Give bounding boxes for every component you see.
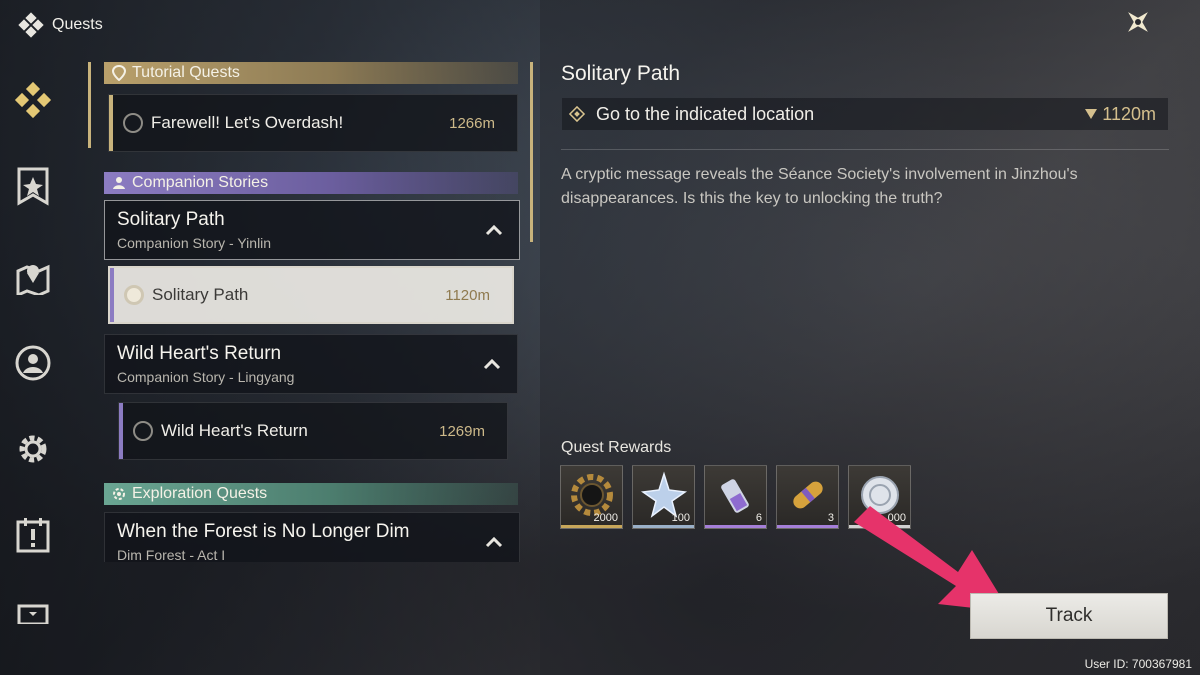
quest-accent-bar (110, 268, 114, 322)
location-pin-icon (112, 65, 126, 81)
nav-item-settings[interactable] (12, 428, 54, 470)
reward-rarity-bar (633, 525, 694, 528)
close-x-icon (1128, 12, 1148, 32)
reward-qty: 2000 (593, 512, 618, 524)
quest-list: Tutorial Quests Farewell! Let's Overdash… (104, 62, 522, 562)
calendar-alert-icon (16, 518, 50, 553)
nav-item-quests[interactable] (12, 80, 54, 122)
reward-item[interactable]: 100 (632, 465, 695, 529)
triangle-down-icon (1085, 109, 1098, 119)
user-id: User ID: 700367981 (1084, 657, 1192, 671)
category-label: Tutorial Quests (132, 64, 240, 81)
reward-qty: 3 (827, 512, 834, 524)
close-button[interactable] (1122, 6, 1154, 38)
person-icon (113, 177, 125, 189)
quest-row-farewell[interactable]: Farewell! Let's Overdash! 1266m (108, 94, 518, 152)
quest-row-solitary-path[interactable]: Solitary Path 1120m (108, 266, 514, 324)
top-bar: Quests (18, 12, 103, 38)
objective-distance-value: 1120m (1102, 103, 1156, 124)
chevron-up-icon[interactable] (485, 535, 503, 549)
story-title: When the Forest is No Longer Dim (117, 521, 410, 542)
quest-radio (133, 421, 153, 441)
quests-diamond-icon (18, 12, 44, 38)
reward-item[interactable]: 2000 (560, 465, 623, 529)
rewards-label: Quest Rewards (561, 439, 672, 456)
nav-item-map[interactable] (12, 256, 54, 298)
reward-item[interactable]: 3 (776, 465, 839, 529)
quest-radio (124, 285, 144, 305)
compass-gear-icon (113, 488, 125, 500)
story-header-wild-hearts-return[interactable]: Wild Heart's Return Companion Story - Li… (104, 334, 518, 394)
quest-distance: 1269m (439, 422, 485, 440)
banner-shield-icon (17, 167, 49, 206)
story-subtitle: Dim Forest - Act I (117, 547, 226, 562)
divider (561, 149, 1169, 150)
quest-name: Wild Heart's Return (161, 421, 308, 440)
quest-radio (123, 113, 143, 133)
story-header-forest[interactable]: When the Forest is No Longer Dim Dim For… (104, 512, 520, 562)
reward-item[interactable]: 6 (704, 465, 767, 529)
nav-item-profile[interactable] (12, 342, 54, 384)
category-label: Companion Stories (132, 174, 269, 191)
category-exploration-quests[interactable]: Exploration Quests (104, 483, 518, 505)
objective-distance: 1120m (1084, 104, 1156, 125)
page-title: Quests (52, 16, 103, 33)
map-pin-icon (16, 264, 50, 295)
category-tutorial-quests[interactable]: Tutorial Quests (104, 62, 518, 84)
reward-rarity-bar (777, 525, 838, 528)
quest-objective: Go to the indicated location 1120m (562, 98, 1168, 130)
quest-distance: 1120m (445, 286, 490, 304)
reward-rarity-bar (705, 525, 766, 528)
quest-description: A cryptic message reveals the Séance Soc… (561, 166, 1078, 207)
reward-qty: 100 (671, 512, 690, 524)
reward-rarity-bar (561, 525, 622, 528)
gear-icon (19, 435, 47, 463)
quest-distance: 1266m (449, 114, 495, 132)
list-scrollbar[interactable] (530, 62, 533, 242)
story-subtitle: Companion Story - Yinlin (117, 235, 272, 251)
story-header-solitary-path[interactable]: Solitary Path Companion Story - Yinlin (104, 200, 520, 260)
category-label: Exploration Quests (132, 485, 268, 502)
list-scroll-indicator (88, 62, 91, 148)
story-title: Wild Heart's Return (117, 343, 282, 364)
nav-item-banner[interactable] (12, 166, 54, 208)
quest-name: Farewell! Let's Overdash! (151, 113, 344, 132)
potion-vial-icon (721, 479, 749, 513)
nav-item-more[interactable] (12, 600, 54, 624)
objective-diamond-icon (568, 105, 586, 123)
chevron-up-icon[interactable] (483, 357, 501, 371)
monitor-icon (17, 604, 49, 624)
category-companion-stories[interactable]: Companion Stories (104, 172, 518, 194)
character-icon (15, 345, 51, 381)
quest-row-wild-hearts-return[interactable]: Wild Heart's Return 1269m (118, 402, 508, 460)
story-subtitle: Companion Story - Lingyang (117, 369, 295, 385)
reward-qty: 6 (755, 512, 762, 524)
quest-accent-bar (119, 403, 123, 459)
chevron-up-icon[interactable] (485, 223, 503, 237)
nav-item-events[interactable] (12, 514, 54, 556)
quest-accent-bar (109, 95, 113, 151)
quests-diamond-icon (14, 81, 52, 119)
story-title: Solitary Path (117, 209, 225, 230)
objective-text: Go to the indicated location (596, 103, 815, 124)
track-button[interactable]: Track (970, 593, 1168, 639)
quest-name: Solitary Path (152, 285, 249, 304)
capsule-icon (793, 481, 823, 509)
quest-detail-title: Solitary Path (561, 62, 681, 85)
